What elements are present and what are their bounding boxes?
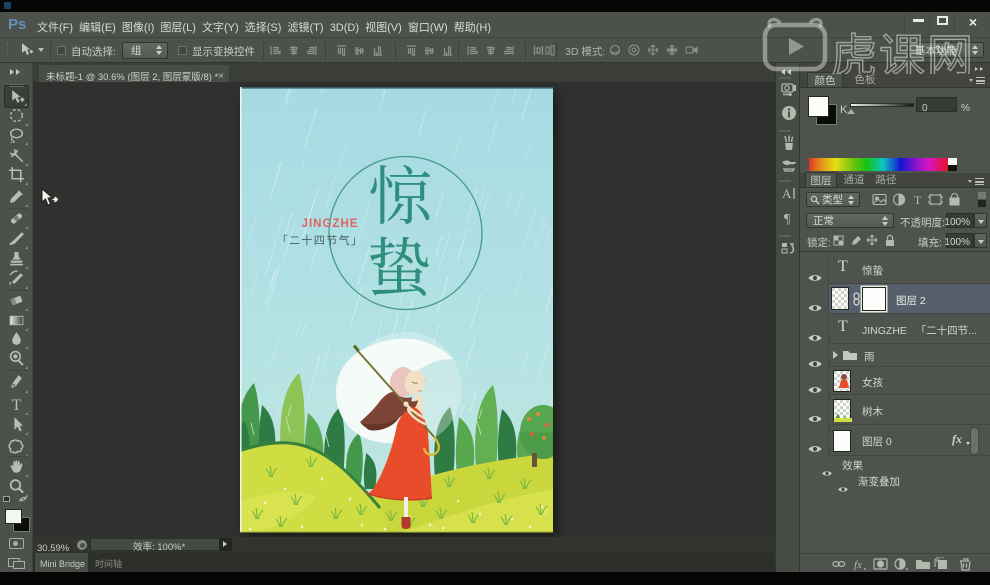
svg-text:JI: JI bbox=[542, 508, 548, 517]
svg-text:¶: ¶ bbox=[784, 212, 791, 227]
svg-text:fx: fx bbox=[854, 559, 862, 571]
svg-text:T: T bbox=[11, 396, 21, 412]
svg-text:T: T bbox=[914, 193, 922, 206]
svg-text:A: A bbox=[782, 186, 792, 201]
svg-text:JINGZHE: JINGZHE bbox=[302, 218, 359, 230]
svg-text:「二十四节气」: 「二十四节气」 bbox=[277, 232, 364, 248]
svg-text:蛰: 蛰 bbox=[367, 218, 431, 310]
svg-text:虎课网: 虎课网 bbox=[831, 20, 975, 74]
